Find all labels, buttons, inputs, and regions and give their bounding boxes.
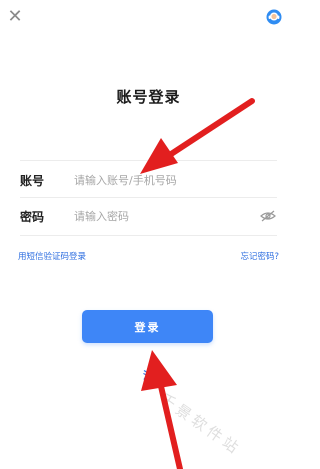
customer-service-button[interactable] xyxy=(266,9,282,25)
customer-service-icon xyxy=(266,9,282,25)
account-label: 账号 xyxy=(20,174,45,188)
sms-login-link[interactable]: 用短信验证码登录 xyxy=(18,250,86,262)
account-divider xyxy=(20,197,277,198)
close-icon: ✕ xyxy=(7,6,23,27)
account-input[interactable] xyxy=(74,169,244,191)
forgot-password-link[interactable]: 忘记密码? xyxy=(240,250,279,262)
password-row: 密码 xyxy=(20,199,277,235)
password-label: 密码 xyxy=(20,210,45,224)
watermark: 千景软件站 xyxy=(156,389,245,459)
login-button[interactable]: 登录 xyxy=(82,310,213,343)
password-divider xyxy=(20,235,277,236)
register-link[interactable]: 注 xyxy=(133,367,163,382)
password-visibility-toggle[interactable] xyxy=(259,208,277,222)
account-top-divider xyxy=(20,160,277,161)
account-row: 账号 xyxy=(20,163,277,199)
close-button[interactable]: ✕ xyxy=(4,6,26,28)
password-input[interactable] xyxy=(74,205,244,227)
eye-off-icon xyxy=(260,210,276,222)
page-title: 账号登录 xyxy=(116,88,181,106)
